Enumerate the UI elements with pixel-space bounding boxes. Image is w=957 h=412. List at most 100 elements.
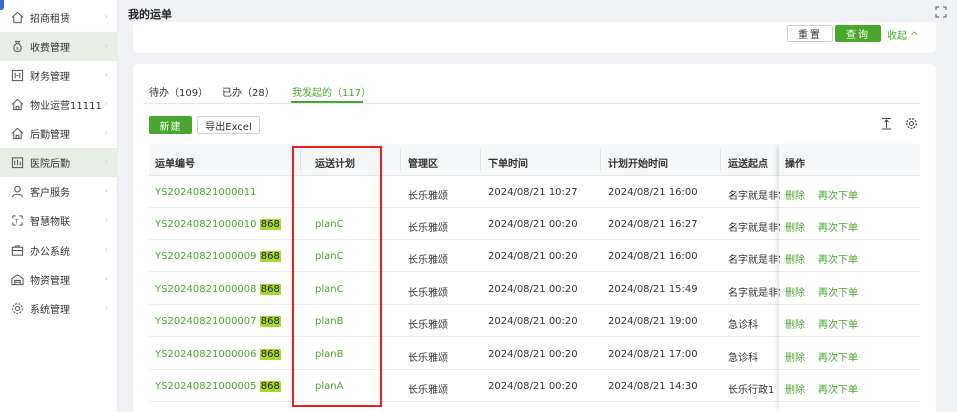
origin-cell: 急诊科 [728, 320, 758, 331]
sidebar-item-label: 招商租赁 [30, 14, 70, 25]
tab-done[interactable]: 已办（28） [222, 84, 275, 99]
area-cell: 长乐雅颂 [408, 320, 448, 331]
badge-highlight: 868 [259, 381, 281, 392]
area-cell: 长乐雅颂 [408, 191, 448, 202]
reorder-link[interactable]: 再次下单 [818, 251, 858, 266]
reorder-link[interactable]: 再次下单 [818, 187, 858, 202]
sidebar: 招商租赁 › $ 收费管理 › 财务管理 › 物业运营11111 › 后勤管理 … [0, 0, 118, 412]
sidebar-item-customer-service[interactable]: 客户服务 › [0, 177, 118, 206]
finance-icon [10, 69, 24, 83]
money-bag-icon: $ [10, 40, 24, 54]
order-time-cell: 2024/08/21 10:27 [488, 187, 578, 198]
sidebar-item-label: 智慧物联 [30, 217, 70, 228]
sidebar-item-iot[interactable]: T 智慧物联 › [0, 206, 118, 235]
sidebar-item-materials[interactable]: 物资管理 › [0, 265, 118, 294]
waybill-id-link[interactable]: YS20240821000007 868 [155, 316, 281, 327]
sidebar-item-office[interactable]: 办公系统 › [0, 236, 118, 265]
delete-link[interactable]: 删除 [785, 349, 805, 364]
start-time-cell: 2024/08/21 16:00 [608, 187, 698, 198]
delete-link[interactable]: 删除 [785, 187, 805, 202]
sidebar-item-logistics[interactable]: 后勤管理 › [0, 119, 118, 148]
reset-button[interactable]: 重置 [787, 25, 833, 42]
order-time-cell: 2024/08/21 00:20 [488, 284, 578, 295]
chevron-right-icon: › [104, 157, 108, 166]
waybill-id-link[interactable]: YS20240821000006 868 [155, 349, 281, 360]
column-header-area: 管理区 [408, 159, 438, 170]
sidebar-item-finance[interactable]: 财务管理 › [0, 61, 118, 90]
waybill-id-link[interactable]: YS20240821000011 [155, 187, 257, 198]
delete-link[interactable]: 删除 [785, 316, 805, 331]
sidebar-item-hospital-logistics[interactable]: 医院后勤 › [0, 148, 118, 177]
sidebar-item-label: 物业运营11111 [30, 101, 102, 112]
delete-link[interactable]: 删除 [785, 251, 805, 266]
badge-highlight: 868 [259, 219, 281, 230]
svg-text:$: $ [15, 46, 18, 52]
office-icon [10, 244, 24, 258]
home-icon [10, 11, 24, 25]
delete-link[interactable]: 删除 [785, 381, 805, 396]
tab-todo[interactable]: 待办（109） [149, 84, 208, 99]
column-divider [300, 149, 301, 171]
plan-cell: planC [315, 284, 344, 295]
active-tab-indicator [291, 101, 363, 103]
collapse-link[interactable]: 收起 ^ [887, 27, 919, 42]
column-divider [480, 149, 481, 171]
order-time-cell: 2024/08/21 00:20 [488, 219, 578, 230]
delete-link[interactable]: 删除 [785, 284, 805, 299]
start-time-cell: 2024/08/21 14:30 [608, 381, 698, 392]
origin-cell: 名字就是非常 [728, 223, 780, 234]
reorder-link[interactable]: 再次下单 [818, 219, 858, 234]
tab-divider [143, 103, 920, 104]
chevron-right-icon: › [104, 303, 108, 312]
origin-cell: 名字就是非常 [728, 255, 780, 266]
export-excel-button[interactable]: 导出Excel [197, 116, 260, 134]
origin-cell: 名字就是非常 [728, 191, 780, 202]
new-button[interactable]: 新建 [149, 116, 192, 134]
waybill-id-link[interactable]: YS20240821000005 868 [155, 381, 281, 392]
page-title: 我的运单 [128, 8, 172, 21]
column-header-actions: 操作 [785, 159, 805, 170]
fullscreen-icon[interactable] [935, 6, 947, 18]
house-icon [10, 127, 24, 141]
start-time-cell: 2024/08/21 17:00 [608, 349, 698, 360]
reorder-link[interactable]: 再次下单 [818, 316, 858, 331]
sidebar-item-charging[interactable]: $ 收费管理 › [0, 32, 118, 61]
plan-cell: planB [315, 349, 344, 360]
sidebar-item-label: 系统管理 [30, 305, 70, 316]
column-height-icon[interactable] [880, 117, 893, 130]
chevron-right-icon: › [104, 245, 108, 254]
start-time-cell: 2024/08/21 16:00 [608, 251, 698, 262]
badge-highlight: 868 [259, 316, 281, 327]
waybill-id-link[interactable]: YS20240821000010 868 [155, 219, 281, 230]
reorder-link[interactable]: 再次下单 [818, 349, 858, 364]
tab-initiated[interactable]: 我发起的（117） [292, 84, 371, 99]
reorder-link[interactable]: 再次下单 [818, 284, 858, 299]
delete-link[interactable]: 删除 [785, 219, 805, 234]
plan-cell: planC [315, 251, 344, 262]
area-cell: 长乐雅颂 [408, 288, 448, 299]
waybill-id-link[interactable]: YS20240821000009 868 [155, 251, 281, 262]
badge-highlight: 868 [259, 251, 281, 262]
area-cell: 长乐雅颂 [408, 255, 448, 266]
order-time-cell: 2024/08/21 00:20 [488, 251, 578, 262]
area-cell: 长乐雅颂 [408, 353, 448, 364]
settings-gear-icon[interactable] [905, 117, 918, 130]
chevron-right-icon: › [104, 41, 108, 50]
sidebar-item-label: 物资管理 [30, 276, 70, 287]
sidebar-item-system[interactable]: 系统管理 › [0, 294, 118, 323]
sidebar-item-label: 后勤管理 [30, 130, 70, 141]
sidebar-item-leasing[interactable]: 招商租赁 › [0, 3, 118, 32]
badge-highlight: 868 [259, 284, 281, 295]
origin-cell: 长乐行政1 [728, 385, 775, 396]
sidebar-item-property-ops[interactable]: 物业运营11111 › [0, 90, 118, 119]
column-header-start-time: 计划开始时间 [608, 159, 668, 170]
plan-cell: planA [315, 381, 344, 392]
svg-text:T: T [13, 218, 18, 225]
column-divider [400, 149, 401, 171]
column-divider [720, 149, 721, 171]
iot-icon: T [10, 214, 24, 228]
column-header-origin: 运送起点 [728, 159, 768, 170]
waybill-id-link[interactable]: YS20240821000008 868 [155, 284, 281, 295]
query-button[interactable]: 查询 [835, 25, 881, 42]
reorder-link[interactable]: 再次下单 [818, 381, 858, 396]
